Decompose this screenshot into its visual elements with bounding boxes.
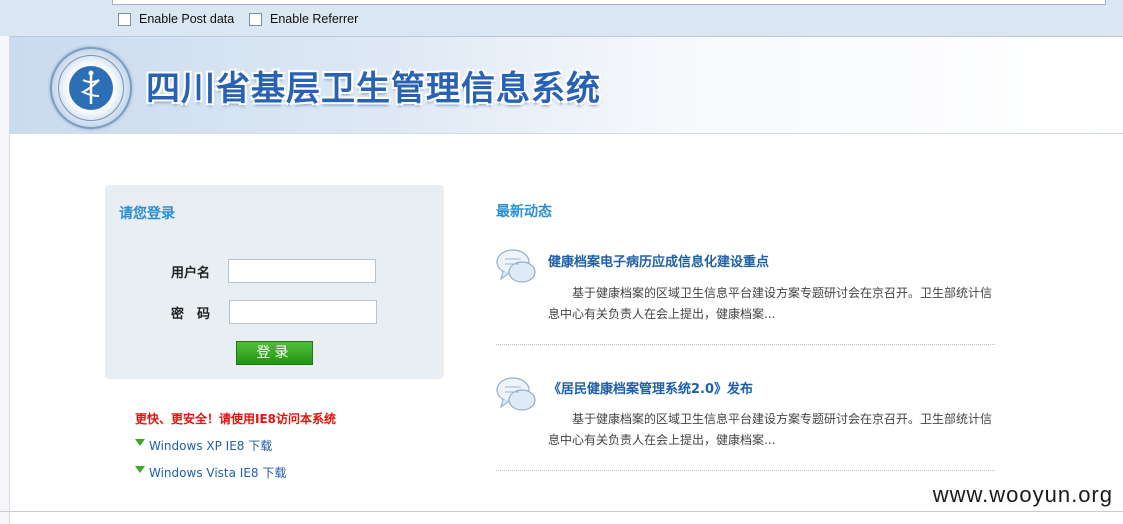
username-label: 用户名 xyxy=(171,266,211,281)
download-arrow-icon xyxy=(135,466,145,473)
browser-toolbar: Enable Post data Enable Referrer xyxy=(0,0,1123,37)
download-link-label[interactable]: Windows XP IE8 下载 xyxy=(149,437,272,454)
username-input[interactable] xyxy=(228,259,376,283)
news-item-title[interactable]: 健康档案电子病历应成信息化建设重点 xyxy=(548,251,769,270)
emblem-center xyxy=(69,66,113,110)
caduceus-icon xyxy=(80,70,100,104)
news-divider xyxy=(496,344,995,345)
health-department-emblem-icon xyxy=(50,47,132,129)
enable-referrer-label: Enable Referrer xyxy=(270,12,359,26)
download-link-xp[interactable]: Windows XP IE8 下载 xyxy=(135,437,272,454)
news-heading: 最新动态 xyxy=(496,204,552,220)
password-input[interactable] xyxy=(229,300,377,324)
site-banner: 四川省基层卫生管理信息系统 xyxy=(10,37,1123,134)
login-title: 请您登录 xyxy=(119,206,175,222)
url-input[interactable] xyxy=(112,0,1106,5)
checkbox-box[interactable] xyxy=(249,12,262,26)
browser-left-edge xyxy=(0,36,10,524)
enable-post-data-checkbox[interactable]: Enable Post data xyxy=(118,11,234,27)
watermark: www.wooyun.org xyxy=(932,482,1113,507)
ie8-notice: 更快、更安全！请使用IE8访问本系统 xyxy=(135,412,337,426)
login-button[interactable]: 登录 xyxy=(236,341,313,365)
login-panel: 请您登录 用户名 密 码 登录 xyxy=(105,185,444,379)
page-bottom-border xyxy=(0,511,1123,512)
news-item-title[interactable]: 《居民健康档案管理系统2.0》发布 xyxy=(548,378,753,397)
enable-referrer-checkbox[interactable]: Enable Referrer xyxy=(249,11,358,27)
download-arrow-icon xyxy=(135,439,145,446)
download-link-label[interactable]: Windows Vista IE8 下载 xyxy=(149,464,286,481)
speech-bubble-icon xyxy=(496,249,536,283)
password-label: 密 码 xyxy=(171,307,211,322)
site-title: 四川省基层卫生管理信息系统 xyxy=(146,69,601,109)
checkbox-box[interactable] xyxy=(118,12,131,26)
news-item-summary: 基于健康档案的区域卫生信息平台建设方案专题研讨会在京召开。卫生部统计信息中心有关… xyxy=(548,286,993,321)
news-item-summary: 基于健康档案的区域卫生信息平台建设方案专题研讨会在京召开。卫生部统计信息中心有关… xyxy=(548,412,993,447)
speech-bubble-icon xyxy=(496,377,536,411)
news-divider xyxy=(496,470,995,471)
enable-post-data-label: Enable Post data xyxy=(139,12,235,26)
download-link-vista[interactable]: Windows Vista IE8 下载 xyxy=(135,464,286,481)
